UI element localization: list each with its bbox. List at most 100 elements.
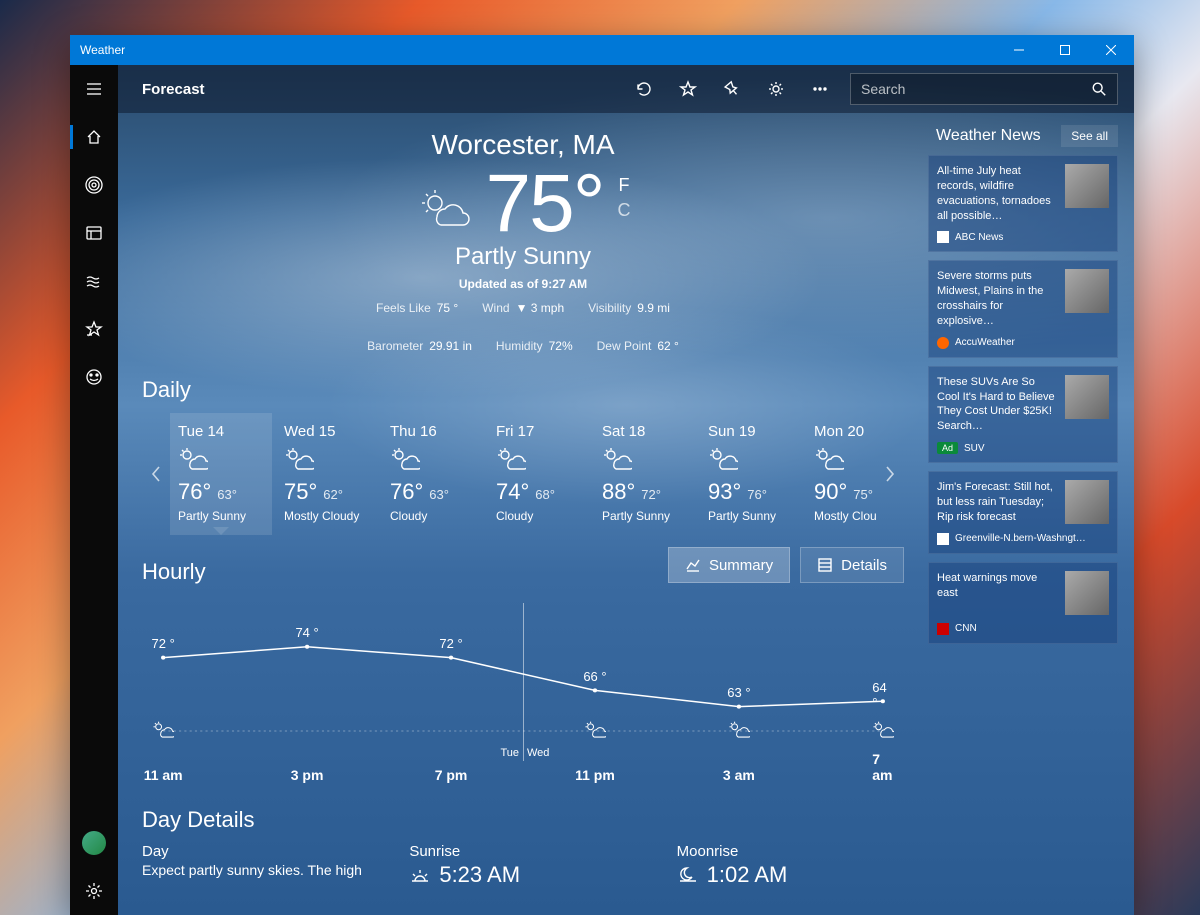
news-card[interactable]: Jim's Forecast: Still hot, but less rain… xyxy=(928,471,1118,554)
minimize-button[interactable] xyxy=(996,35,1042,65)
day-date: Thu 16 xyxy=(390,423,476,440)
news-card[interactable]: All-time July heat records, wildfire eva… xyxy=(928,155,1118,252)
hourly-condition-icon xyxy=(872,720,894,743)
daily-heading: Daily xyxy=(142,377,904,403)
daily-forecast-list: Tue 14 76° 63° Partly Sunny Wed 1575°62°Most… xyxy=(170,413,876,535)
day-summary-label: Day xyxy=(142,843,369,860)
daily-next-button[interactable] xyxy=(876,414,904,534)
hamburger-menu-button[interactable] xyxy=(70,65,118,113)
day-condition: Mostly Cloudy xyxy=(284,509,370,523)
metric-value: 9.9 mi xyxy=(637,301,670,315)
hourly-temp-label: 66 ° xyxy=(583,669,606,684)
favorite-button[interactable] xyxy=(666,65,710,113)
day-card[interactable]: Wed 1575°62°Mostly Cloudy xyxy=(276,413,378,535)
day-date: Wed 15 xyxy=(284,423,370,440)
unit-c[interactable]: C xyxy=(618,200,631,221)
topbar: Forecast xyxy=(118,65,1134,113)
day-high: 88° xyxy=(602,479,635,505)
day-date: Sun 19 xyxy=(708,423,794,440)
metric-value: 29.91 in xyxy=(429,339,472,353)
sidebar-item-trends[interactable] xyxy=(70,257,118,305)
sidebar-item-maps[interactable] xyxy=(70,161,118,209)
hourly-time-label: 3 pm xyxy=(291,767,324,783)
day-low: 63° xyxy=(217,487,237,502)
day-card[interactable]: Tue 1476°63°Partly Sunny xyxy=(170,413,272,535)
news-source: Greenville-N.bern-Washngt… xyxy=(955,533,1086,544)
news-title: Weather News xyxy=(936,127,1061,145)
hourly-time-label: 7 pm xyxy=(435,767,468,783)
refresh-button[interactable] xyxy=(622,65,666,113)
sidebar-item-favorites[interactable] xyxy=(70,305,118,353)
avatar-icon xyxy=(82,831,106,855)
metric: Wind▼ 3 mph xyxy=(482,301,564,315)
units-button[interactable] xyxy=(754,65,798,113)
news-source: ABC News xyxy=(955,232,1003,243)
hourly-temp-label: 64 ° xyxy=(872,680,893,710)
news-card[interactable]: These SUVs Are So Cool It's Hard to Beli… xyxy=(928,366,1118,463)
unit-f[interactable]: F xyxy=(618,175,631,196)
moonrise-value: 1:02 AM xyxy=(677,862,904,888)
news-headline: Severe storms puts Midwest, Plains in th… xyxy=(937,269,1057,328)
hourly-day-label: Wed xyxy=(527,747,549,759)
day-card[interactable]: Sun 1993°76°Partly Sunny xyxy=(700,413,802,535)
day-low: 63° xyxy=(429,487,449,502)
day-low: 76° xyxy=(747,487,767,502)
metric: Barometer29.91 in xyxy=(367,339,472,353)
location-name: Worcester, MA xyxy=(142,129,904,161)
hourly-summary-button[interactable]: Summary xyxy=(668,547,790,583)
settings-button[interactable] xyxy=(70,867,118,915)
news-source: SUV xyxy=(964,443,985,454)
day-condition: Partly Sunny xyxy=(602,509,688,523)
more-button[interactable] xyxy=(798,65,842,113)
moonrise-icon xyxy=(677,865,699,885)
day-card[interactable]: Mon 2090°75°Mostly Cloudy xyxy=(806,413,876,535)
current-temp: 75° xyxy=(485,163,603,245)
details-heading: Day Details xyxy=(142,807,904,833)
news-thumbnail xyxy=(1065,375,1109,419)
day-high: 76° xyxy=(390,479,423,505)
sidebar-item-historical[interactable] xyxy=(70,209,118,257)
day-condition: Mostly Cloudy xyxy=(814,509,876,523)
source-logo-icon xyxy=(937,623,949,635)
close-button[interactable] xyxy=(1088,35,1134,65)
news-thumbnail xyxy=(1065,571,1109,615)
search-input[interactable] xyxy=(851,81,1081,97)
news-card[interactable]: Heat warnings move eastCNN xyxy=(928,562,1118,644)
sidebar-item-forecast[interactable] xyxy=(70,113,118,161)
day-condition: Partly Sunny xyxy=(708,509,794,523)
day-card[interactable]: Sat 1888°72°Partly Sunny xyxy=(594,413,696,535)
hourly-time-label: 11 am xyxy=(144,767,183,783)
day-condition: Cloudy xyxy=(390,509,476,523)
metric: Dew Point62 ° xyxy=(597,339,679,353)
hourly-time-label: 3 am xyxy=(723,767,755,783)
metric-label: Visibility xyxy=(588,301,631,315)
metric-label: Dew Point xyxy=(597,339,652,353)
day-icon xyxy=(708,446,794,475)
daily-prev-button[interactable] xyxy=(142,414,170,534)
day-card[interactable]: Thu 16 76° 63° Cloudy xyxy=(382,413,484,535)
metric-value: ▼ 3 mph xyxy=(516,301,565,315)
pin-button[interactable] xyxy=(710,65,754,113)
titlebar: Weather xyxy=(70,35,1134,65)
day-date: Fri 17 xyxy=(496,423,582,440)
unit-toggle: F C xyxy=(618,175,631,221)
day-condition: Cloudy xyxy=(496,509,582,523)
day-low: 75° xyxy=(853,487,873,502)
source-logo-icon xyxy=(937,533,949,545)
hourly-details-button[interactable]: Details xyxy=(800,547,904,583)
sidebar-item-news[interactable] xyxy=(70,353,118,401)
see-all-button[interactable]: See all xyxy=(1061,125,1118,147)
hourly-day-label: Tue xyxy=(500,747,519,759)
maximize-button[interactable] xyxy=(1042,35,1088,65)
day-card[interactable]: Fri 1774°68°Cloudy xyxy=(488,413,590,535)
news-card[interactable]: Severe storms puts Midwest, Plains in th… xyxy=(928,260,1118,357)
news-headline: These SUVs Are So Cool It's Hard to Beli… xyxy=(937,375,1057,434)
updated-text: Updated as of 9:27 AM xyxy=(142,277,904,291)
day-date: Tue 14 xyxy=(178,423,264,440)
search-box[interactable] xyxy=(850,73,1118,105)
news-panel: Weather News See all All-time July heat … xyxy=(928,113,1134,915)
day-icon xyxy=(814,446,876,475)
account-button[interactable] xyxy=(70,819,118,867)
day-condition: Partly Sunny xyxy=(178,509,264,523)
search-icon[interactable] xyxy=(1081,81,1117,97)
